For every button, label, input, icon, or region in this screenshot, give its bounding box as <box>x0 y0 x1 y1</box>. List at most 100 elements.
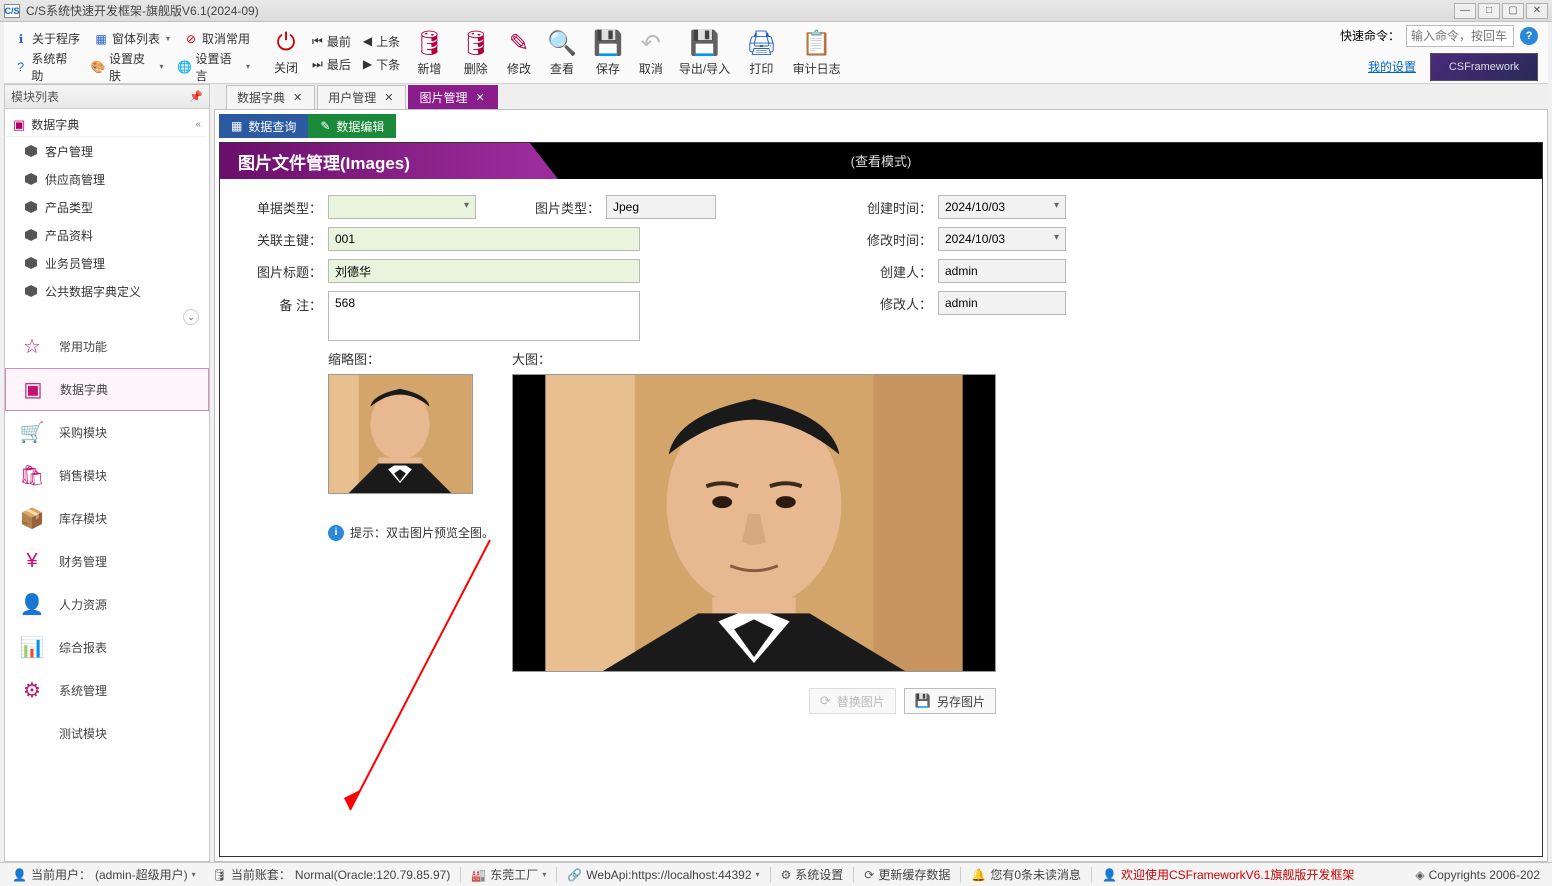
first-icon: ⏮ <box>312 34 323 49</box>
menu-lang[interactable]: 🌐设置语言▾ <box>171 56 256 78</box>
remark-field[interactable] <box>328 291 640 341</box>
status-unread[interactable]: 🔔您有0条未读消息 <box>965 866 1087 883</box>
window-title: C/S系统快速开发框架-旗舰版V6.1(2024-09) <box>26 2 1454 19</box>
module-icon: ▣ <box>20 377 46 403</box>
maximize-button[interactable]: ▢ <box>1502 3 1524 19</box>
subtab-edit[interactable]: ✎数据编辑 <box>308 114 396 138</box>
toolbar-last[interactable]: ⏭最后 <box>312 56 351 73</box>
module-item[interactable]: 🛒采购模块 <box>5 411 209 454</box>
help-icon: ? <box>14 60 27 74</box>
hint-text: 提示：双击图片预览全图。 <box>350 524 494 541</box>
toolbar-modify[interactable]: ✎修改 <box>499 22 539 83</box>
module-label: 财务管理 <box>59 553 107 570</box>
content: ▦数据查询 ✎数据编辑 图片文件管理(Images) (查看模式) 单据类型： … <box>214 110 1548 862</box>
close-tab-icon[interactable]: ✕ <box>291 91 304 104</box>
csframework-badge[interactable]: CSFramework <box>1430 53 1538 81</box>
status-user[interactable]: 👤当前用户：(admin-超级用户)▾ <box>6 866 202 883</box>
toolbar-view[interactable]: 🔍查看 <box>539 22 585 83</box>
menu-skin[interactable]: 🎨设置皮肤▾ <box>85 56 170 78</box>
tree-item[interactable]: 业务员管理 <box>7 249 207 277</box>
page-mode: (查看模式) <box>851 151 912 170</box>
rel-key-field[interactable] <box>328 227 640 251</box>
thumb-label: 缩略图： <box>328 349 494 368</box>
status-settings[interactable]: ⚙系统设置 <box>775 866 850 883</box>
status-webapi[interactable]: 🔗WebApi:https://localhost:44392▾ <box>561 868 765 882</box>
title-bar: C/S C/S系统快速开发框架-旗舰版V6.1(2024-09) — □ ▢ ✕ <box>0 0 1552 22</box>
module-label: 常用功能 <box>59 338 107 355</box>
label-create-time: 创建时间： <box>854 198 938 217</box>
img-title-field[interactable] <box>328 259 640 283</box>
toolbar-first[interactable]: ⏮最前 <box>312 33 351 50</box>
chevron-down-icon: ▾ <box>159 62 163 71</box>
cube-icon <box>25 145 37 157</box>
tree-item[interactable]: 产品资料 <box>7 221 207 249</box>
restore-button[interactable]: □ <box>1478 3 1500 19</box>
toolbar-delete[interactable]: 🛢删除 <box>453 22 499 83</box>
status-refresh[interactable]: ⟳更新缓存数据 <box>858 866 956 883</box>
toolbar-add[interactable]: 🛢新增 <box>406 22 452 83</box>
pin-icon[interactable]: 📌 <box>189 90 203 103</box>
doc-tab[interactable]: 数据字典✕ <box>226 85 315 109</box>
module-item[interactable]: ▣数据字典 <box>5 368 209 411</box>
menu-bar: ℹ关于程序 ▦窗体列表▾ ⊘取消常用 ?系统帮助 🎨设置皮肤▾ 🌐设置语言▾ <box>4 22 260 84</box>
modify-time-field[interactable]: 2024/10/03 <box>938 227 1066 251</box>
main-area: 数据字典✕用户管理✕图片管理✕ ▦数据查询 ✎数据编辑 图片文件管理(Image… <box>214 84 1548 862</box>
module-panel: 模块列表 📌 ▣ 数据字典 « 客户管理供应商管理产品类型产品资料业务员管理公共… <box>4 84 210 862</box>
my-settings-link[interactable]: 我的设置 <box>1368 58 1416 75</box>
doc-tab[interactable]: 用户管理✕ <box>317 85 406 109</box>
module-item[interactable]: 🛍销售模块 <box>5 454 209 497</box>
chevron-down-icon: ▾ <box>166 34 170 43</box>
tree-item-label: 客户管理 <box>45 143 93 160</box>
doc-tab[interactable]: 图片管理✕ <box>408 85 497 109</box>
img-type-field <box>606 195 716 219</box>
save-image-button[interactable]: 💾另存图片 <box>904 688 996 714</box>
toolbar-audit[interactable]: 📋审计日志 <box>785 22 849 83</box>
module-item[interactable]: 📦库存模块 <box>5 497 209 540</box>
toolbar-print[interactable]: 🖨打印 <box>738 22 784 83</box>
module-item[interactable]: ⚙系统管理 <box>5 669 209 712</box>
close-window-button[interactable]: ✕ <box>1526 3 1548 19</box>
toolbar-next[interactable]: ▶下条 <box>363 56 400 73</box>
toolbar-prev[interactable]: ◀上条 <box>363 33 400 50</box>
close-tab-icon[interactable]: ✕ <box>473 91 486 104</box>
status-db[interactable]: 🛢当前账套：Normal(Oracle:120.79.85.97) <box>206 866 457 883</box>
toolbar: ⏻关闭 ⏮最前 ⏭最后 ◀上条 ▶下条 🛢新增 🛢删除 ✎修改 🔍查看 💾保存 … <box>260 22 1548 84</box>
cube-icon <box>25 201 37 213</box>
module-panel-title: 模块列表 <box>11 88 59 105</box>
tree-item[interactable]: 供应商管理 <box>7 165 207 193</box>
collapse-icon[interactable]: « <box>195 119 201 130</box>
undo-icon: ↶ <box>641 29 661 58</box>
doc-type-select[interactable] <box>328 195 476 219</box>
module-icon: 🛒 <box>19 420 45 446</box>
module-item[interactable]: ☆常用功能 <box>5 325 209 368</box>
close-tab-icon[interactable]: ✕ <box>382 91 395 104</box>
tree-item[interactable]: 公共数据字典定义 <box>7 277 207 305</box>
module-item[interactable]: 👤人力资源 <box>5 583 209 626</box>
big-image[interactable] <box>512 374 996 672</box>
module-icon: 📊 <box>19 635 45 661</box>
thumbnail-image[interactable] <box>328 374 473 494</box>
module-item[interactable]: 测试模块 <box>5 712 209 755</box>
page-header: 图片文件管理(Images) (查看模式) <box>220 143 1542 179</box>
status-factory[interactable]: 🏭东莞工厂▾ <box>465 866 552 883</box>
creator-field <box>938 259 1066 283</box>
toolbar-close[interactable]: ⏻关闭 <box>266 22 306 83</box>
module-item[interactable]: ¥财务管理 <box>5 540 209 583</box>
subtab-query[interactable]: ▦数据查询 <box>219 114 308 138</box>
quick-cmd-input[interactable] <box>1406 25 1514 47</box>
toolbar-import-export[interactable]: 💾导出/导入 <box>671 22 738 83</box>
menu-help[interactable]: ?系统帮助 <box>8 56 83 78</box>
create-time-field[interactable]: 2024/10/03 <box>938 195 1066 219</box>
menu-cancel-common[interactable]: ⊘取消常用 <box>178 28 256 50</box>
menu-lang-label: 设置语言 <box>195 50 240 84</box>
menu-windows[interactable]: ▦窗体列表▾ <box>88 28 176 50</box>
module-item[interactable]: 📊综合报表 <box>5 626 209 669</box>
tree-item[interactable]: 客户管理 <box>7 137 207 165</box>
windows-icon: ▦ <box>94 32 108 46</box>
minimize-button[interactable]: — <box>1454 3 1476 19</box>
help-button[interactable]: ? <box>1520 27 1538 45</box>
expand-chevron[interactable]: ⌄ <box>183 309 199 325</box>
menu-about[interactable]: ℹ关于程序 <box>8 28 86 50</box>
tree-item[interactable]: 产品类型 <box>7 193 207 221</box>
tree-root[interactable]: ▣ 数据字典 « <box>7 113 207 137</box>
